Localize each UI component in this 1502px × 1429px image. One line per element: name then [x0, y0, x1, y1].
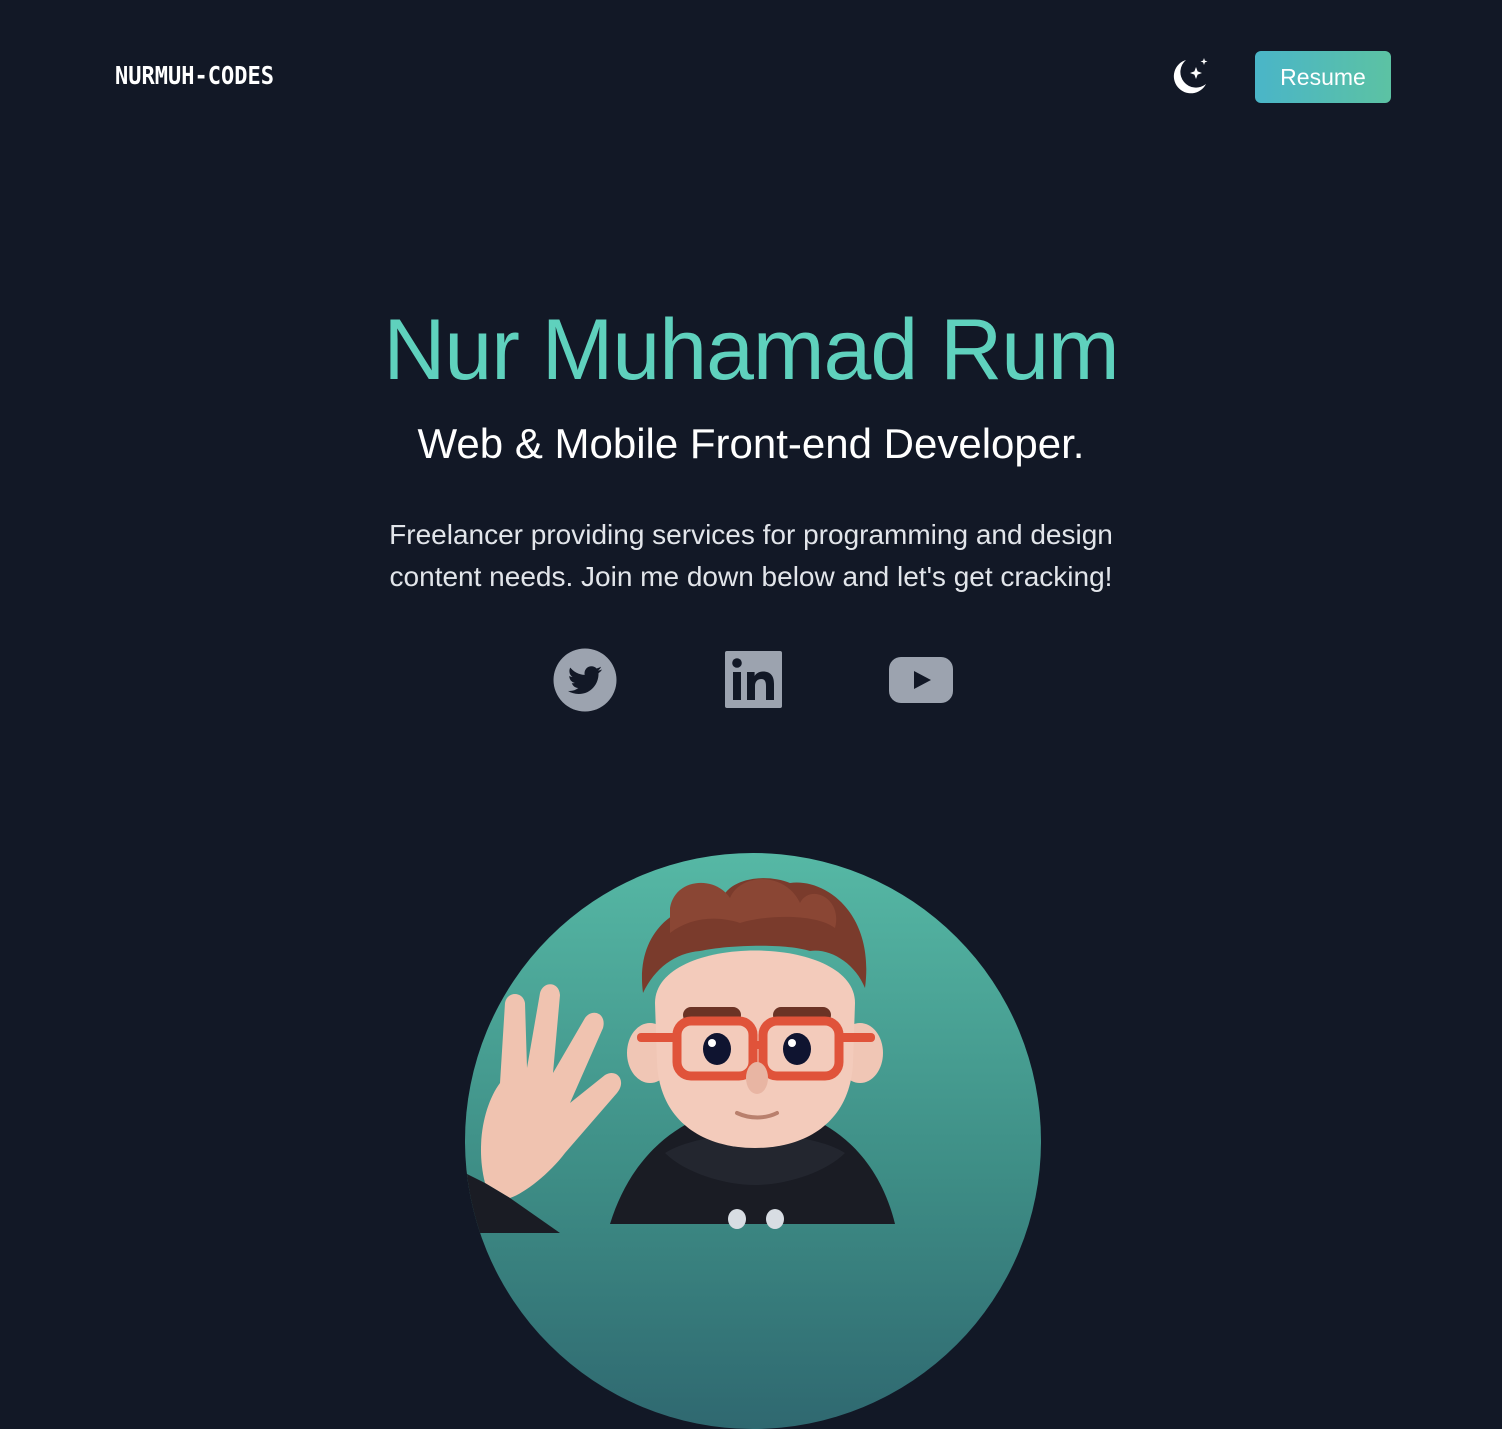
youtube-link[interactable]: [889, 656, 953, 704]
avatar-3d-character-illustration: [465, 878, 895, 1233]
linkedin-icon: [725, 651, 782, 708]
twitter-icon: [553, 648, 617, 712]
twitter-link[interactable]: [553, 648, 617, 712]
linkedin-link[interactable]: [725, 651, 782, 708]
hero-role-subtitle: Web & Mobile Front-end Developer.: [417, 420, 1085, 467]
avatar-portrait: [465, 853, 1041, 1429]
youtube-icon: [889, 657, 953, 703]
brand-logo[interactable]: NURMUH-CODES: [115, 60, 274, 92]
resume-button[interactable]: Resume: [1255, 51, 1391, 103]
site-header: NURMUH-CODES Resume: [0, 0, 1502, 155]
theme-toggle-button[interactable]: [1166, 54, 1212, 100]
hero-description: Freelancer providing services for progra…: [389, 519, 1113, 592]
hero-name-heading: Nur Muhamad Rum: [383, 302, 1119, 398]
moon-stars-icon: [1173, 58, 1208, 94]
